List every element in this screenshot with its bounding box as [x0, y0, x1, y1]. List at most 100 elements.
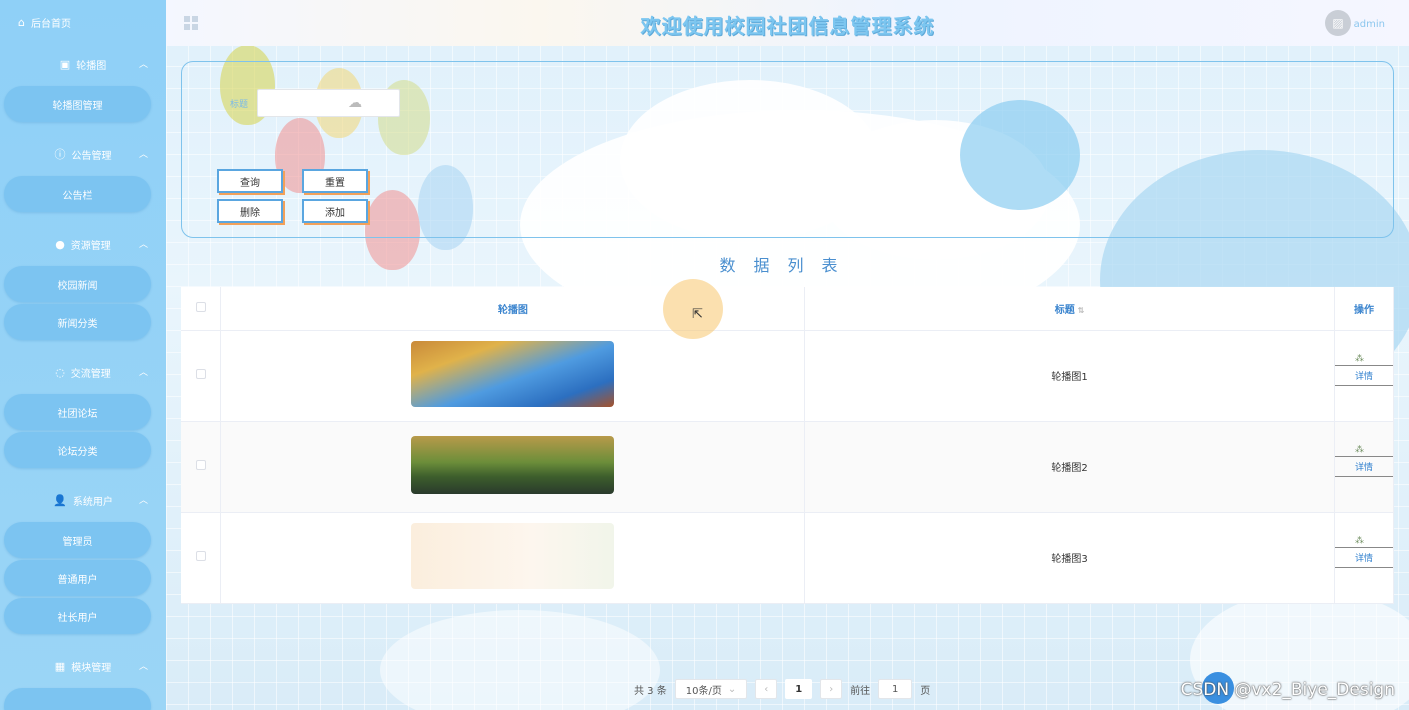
chevron-up-icon: ︿ — [138, 368, 148, 378]
sidebar-item-news-category[interactable]: 新闻分类 — [4, 304, 151, 340]
detail-button[interactable]: 详情 — [1334, 354, 1393, 386]
home-icon: ⌂ — [18, 15, 25, 29]
sidebar-group-carousel[interactable]: ▣ 轮播图 ︿ — [0, 44, 166, 84]
page-size-select[interactable]: 10条/页 ⌄ — [674, 679, 748, 699]
row-title: 轮播图3 — [804, 512, 1335, 604]
goto-page-input[interactable]: 1 — [878, 679, 913, 699]
row-image-cell — [220, 512, 806, 604]
chevron-left-icon: ‹ — [764, 683, 769, 695]
list-title: 数据列表 — [719, 256, 856, 275]
sidebar-item-partial[interactable] — [4, 688, 151, 710]
sidebar-group-label: 系统用户 — [72, 496, 113, 508]
table-row: 轮播图2 详情 — [181, 421, 1395, 513]
chevron-up-icon: ︿ — [138, 150, 148, 160]
sidebar-group-label: 交流管理 — [70, 368, 111, 380]
next-page-button[interactable]: › — [820, 679, 843, 699]
search-panel: 标题 ☁ 查询 重置 删除 添加 — [181, 61, 1394, 238]
data-table: 轮播图 标题⇅ 操作 轮播图1 详情 轮播图2 详情 轮播图3 详情 — [181, 287, 1395, 604]
row-select-cell — [181, 330, 222, 422]
sidebar-home-label: 后台首页 — [30, 18, 71, 30]
reset-button[interactable]: 重置 — [302, 169, 368, 193]
sidebar-group-system-users[interactable]: 👤 系统用户 ︿ — [0, 480, 166, 520]
detail-button[interactable]: 详情 — [1334, 536, 1393, 568]
sidebar-item-label: 论坛分类 — [57, 446, 98, 458]
carousel-thumbnail — [411, 341, 615, 407]
goto-suffix: 页 — [920, 685, 931, 697]
row-title: 轮播图2 — [804, 421, 1335, 513]
row-image-cell — [220, 421, 806, 513]
sidebar-item-club-leader[interactable]: 社长用户 — [4, 598, 151, 634]
detail-button[interactable]: 详情 — [1334, 445, 1393, 477]
page-title: 欢迎使用校园社团信息管理系统 — [640, 14, 935, 38]
carousel-thumbnail — [411, 436, 615, 494]
goto-prefix: 前往 — [850, 685, 871, 697]
select-all-checkbox[interactable] — [195, 301, 206, 312]
select-all-cell — [181, 287, 222, 331]
grid-icon: ▦ — [54, 659, 66, 673]
sidebar-item-label: 社长用户 — [57, 612, 98, 624]
sidebar: ⌂ 后台首页 ▣ 轮播图 ︿ 轮播图管理 ⓘ 公告管理 ︿ 公告栏 ● 资源管理… — [0, 0, 166, 710]
sidebar-item-club-forum[interactable]: 社团论坛 — [4, 394, 151, 430]
query-button[interactable]: 查询 — [217, 169, 283, 193]
row-select-cell — [181, 421, 222, 513]
sidebar-group-label: 模块管理 — [71, 662, 112, 674]
sidebar-item-label: 管理员 — [62, 536, 93, 548]
sidebar-item-normal-user[interactable]: 普通用户 — [4, 560, 151, 596]
table-row: 轮播图1 详情 — [181, 330, 1395, 422]
chevron-up-icon: ︿ — [138, 240, 148, 250]
page-number-current[interactable]: 1 — [785, 679, 813, 699]
add-button[interactable]: 添加 — [302, 199, 368, 223]
pager-total: 共 3 条 — [634, 685, 667, 697]
sidebar-item-label: 公告栏 — [62, 190, 93, 202]
sidebar-group-label: 公告管理 — [71, 150, 112, 162]
delete-button[interactable]: 删除 — [217, 199, 283, 223]
title-search-input[interactable]: ☁ — [257, 89, 400, 117]
carousel-thumbnail — [411, 523, 615, 589]
sidebar-item-label: 社团论坛 — [57, 408, 98, 420]
row-op-cell: 详情 — [1334, 512, 1395, 604]
sidebar-group-label: 轮播图 — [76, 60, 107, 72]
chevron-up-icon: ︿ — [138, 60, 148, 70]
row-select-cell — [181, 512, 222, 604]
sidebar-group-modules[interactable]: ▦ 模块管理 ︿ — [0, 646, 166, 686]
sidebar-item-forum-category[interactable]: 论坛分类 — [4, 432, 151, 468]
info-icon: ⓘ — [54, 148, 66, 161]
col-title[interactable]: 标题 ⇅ — [804, 287, 1335, 331]
chevron-up-icon: ︿ — [138, 662, 148, 672]
table-row: 轮播图3 详情 — [181, 512, 1395, 604]
sidebar-group-communication[interactable]: ◌ 交流管理 ︿ — [0, 352, 166, 392]
row-checkbox[interactable] — [195, 369, 206, 379]
top-header: 欢迎使用校园社团信息管理系统 ▨ admin — [166, 0, 1409, 46]
image-icon: ▣ — [59, 57, 71, 71]
col-op: 操作 — [1334, 287, 1395, 331]
avatar-icon[interactable]: ▨ — [1325, 10, 1351, 36]
pagination: 共 3 条 10条/页 ⌄ ‹ 1 › 前往 1 页 — [634, 678, 930, 700]
username[interactable]: admin — [1354, 19, 1385, 30]
sidebar-home[interactable]: ⌂ 后台首页 — [0, 0, 166, 44]
sidebar-item-label: 普通用户 — [57, 574, 98, 586]
row-checkbox[interactable] — [195, 551, 206, 561]
row-checkbox[interactable] — [195, 460, 206, 470]
sidebar-group-resource[interactable]: ● 资源管理 ︿ — [0, 224, 166, 264]
watermark: CSDN @vx2_Biye_Design — [1180, 680, 1395, 700]
sidebar-item-notice-board[interactable]: 公告栏 — [4, 176, 151, 212]
user-icon: 👤 — [53, 493, 67, 507]
page-size-value: 10条/页 — [685, 685, 722, 697]
location-pin-icon: ● — [55, 237, 65, 251]
col-title-label: 标题 — [1054, 304, 1075, 316]
row-op-cell: 详情 — [1334, 421, 1395, 513]
mouse-cursor-icon: ⇱ — [692, 307, 703, 322]
sidebar-item-carousel-manage[interactable]: 轮播图管理 — [4, 86, 151, 122]
row-title: 轮播图1 — [804, 330, 1335, 422]
sidebar-group-notice[interactable]: ⓘ 公告管理 ︿ — [0, 134, 166, 174]
chat-icon: ◌ — [55, 365, 65, 379]
sidebar-item-admin[interactable]: 管理员 — [4, 522, 151, 558]
row-op-cell: 详情 — [1334, 330, 1395, 422]
sidebar-item-label: 新闻分类 — [57, 318, 98, 330]
chevron-down-icon: ⌄ — [727, 683, 737, 695]
prev-page-button[interactable]: ‹ — [755, 679, 778, 699]
table-header-row: 轮播图 标题 ⇅ 操作 — [181, 287, 1395, 331]
sidebar-item-campus-news[interactable]: 校园新闻 — [4, 266, 151, 302]
sort-icon[interactable]: ⇅ — [1078, 306, 1085, 315]
chevron-right-icon: › — [829, 683, 834, 695]
